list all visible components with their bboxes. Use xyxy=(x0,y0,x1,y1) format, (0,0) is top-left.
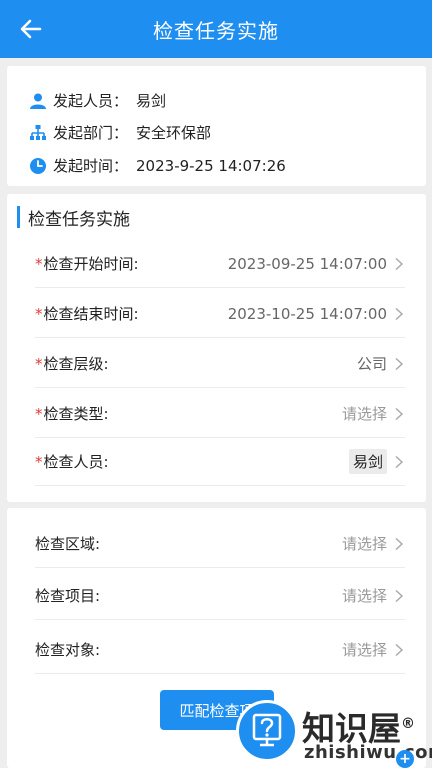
section-title: 检查任务实施 xyxy=(28,209,130,230)
end-time-value: 2023-10-25 14:07:00 xyxy=(227,304,387,323)
people-chip[interactable]: 易剑 xyxy=(348,449,387,474)
section-header: 检查任务实施 xyxy=(7,206,130,230)
object-label: 检查对象: xyxy=(35,641,101,659)
task-form-card: 检查任务实施 *检查开始时间: 2023-09-25 14:07:00 *检查结… xyxy=(7,194,426,502)
time-label: 发起时间： xyxy=(53,157,129,175)
required-mark: * xyxy=(35,255,43,273)
object-row[interactable]: 检查对象: 请选择 xyxy=(35,626,405,674)
object-value: 请选择 xyxy=(341,641,387,659)
chevron-right-icon xyxy=(395,407,404,420)
start-time-label: *检查开始时间: xyxy=(35,255,139,273)
area-row[interactable]: 检查区域: 请选择 xyxy=(35,520,405,568)
end-time-label: *检查结束时间: xyxy=(35,305,139,323)
page-title: 检查任务实施 xyxy=(153,18,279,43)
person-icon xyxy=(30,93,46,109)
start-time-value: 2023-09-25 14:07:00 xyxy=(227,254,387,273)
watermark-logo xyxy=(236,700,298,762)
chevron-right-icon xyxy=(395,589,404,602)
initiator-value: 易剑 xyxy=(136,92,167,110)
level-row[interactable]: *检查层级: 公司 xyxy=(35,340,405,388)
people-label: *检查人员: xyxy=(35,453,109,471)
item-value: 请选择 xyxy=(341,587,387,605)
end-time-row[interactable]: *检查结束时间: 2023-10-25 14:07:00 xyxy=(35,290,405,338)
item-label: 检查项目: xyxy=(35,587,101,605)
initiator-row: 发起人员： 易剑 xyxy=(29,90,166,111)
chevron-right-icon xyxy=(395,257,404,270)
time-value: 2023-9-25 14:07:26 xyxy=(136,156,286,175)
chevron-right-icon xyxy=(395,455,404,468)
org-chart-icon xyxy=(30,124,46,140)
chevron-right-icon xyxy=(395,643,404,656)
people-row[interactable]: *检查人员: 易剑 xyxy=(35,438,405,486)
type-row[interactable]: *检查类型: 请选择 xyxy=(35,390,405,438)
level-value: 公司 xyxy=(356,355,387,373)
required-mark: * xyxy=(35,305,43,323)
required-mark: * xyxy=(35,355,43,373)
level-label: *检查层级: xyxy=(35,355,109,373)
help-monitor-icon xyxy=(252,713,282,747)
department-row: 发起部门： 安全环保部 xyxy=(29,122,211,143)
item-row[interactable]: 检查项目: 请选择 xyxy=(35,572,405,620)
plus-icon: + xyxy=(396,750,414,768)
initiator-info-card: 发起人员： 易剑 发起部门： 安全环保部 发起时间： 2023-9-25 14:… xyxy=(7,66,426,186)
chevron-right-icon xyxy=(395,537,404,550)
area-value: 请选择 xyxy=(341,535,387,553)
initiator-label: 发起人员： xyxy=(53,92,129,110)
department-label: 发起部门： xyxy=(53,124,129,142)
start-time-row[interactable]: *检查开始时间: 2023-09-25 14:07:00 xyxy=(35,240,405,288)
section-accent-bar xyxy=(17,206,20,228)
required-mark: * xyxy=(35,405,43,423)
area-label: 检查区域: xyxy=(35,535,101,553)
department-value: 安全环保部 xyxy=(136,124,212,142)
time-row: 发起时间： 2023-9-25 14:07:26 xyxy=(29,155,286,176)
chevron-right-icon xyxy=(395,307,404,320)
required-mark: * xyxy=(35,453,43,471)
app-header: 检查任务实施 xyxy=(0,0,432,58)
clock-icon xyxy=(30,157,46,174)
type-label: *检查类型: xyxy=(35,405,109,423)
type-value: 请选择 xyxy=(341,405,387,423)
back-arrow-icon[interactable] xyxy=(16,14,46,44)
chevron-right-icon xyxy=(395,357,404,370)
